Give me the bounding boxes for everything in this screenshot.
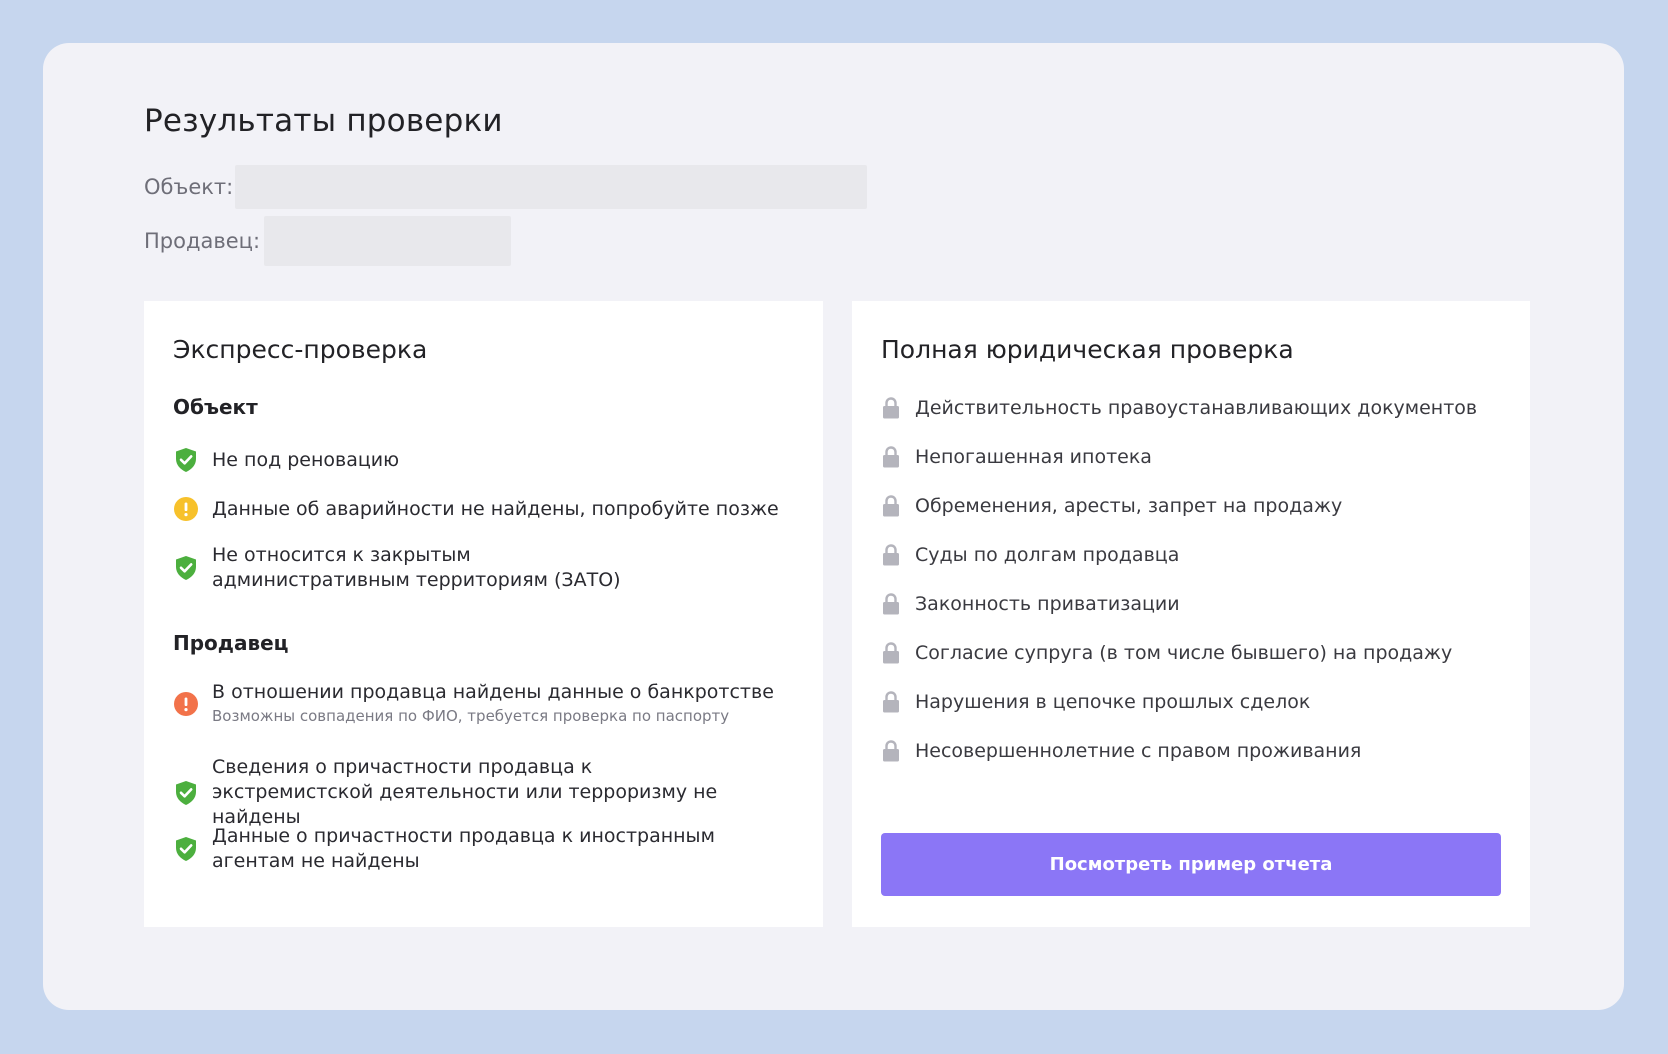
seller-label: Продавец:: [144, 229, 261, 253]
express-seller-item-bankruptcy: В отношении продавца найдены данные о ба…: [173, 680, 799, 727]
express-check-title: Экспресс-проверка: [173, 335, 428, 364]
lock-icon: [881, 641, 901, 665]
object-row: Объект:: [144, 165, 868, 209]
express-object-item-renovation: Не под реновацию: [173, 447, 799, 473]
shield-check-icon: [173, 836, 199, 862]
item-text: Обременения, аресты, запрет на продажу: [915, 495, 1343, 517]
full-check-item: Действительность правоустанавливающих до…: [881, 396, 1506, 420]
full-check-item: Законность приватизации: [881, 592, 1506, 616]
lock-icon: [881, 445, 901, 469]
item-text: Данные об аварийности не найдены, попроб…: [212, 497, 779, 520]
item-text: Непогашенная ипотека: [915, 446, 1152, 468]
full-check-item: Суды по долгам продавца: [881, 543, 1506, 567]
shield-check-icon: [173, 555, 199, 581]
seller-row: Продавец:: [144, 216, 512, 266]
item-text: В отношении продавца найдены данные о ба…: [212, 681, 774, 703]
express-object-item-emergency: Данные об аварийности не найдены, попроб…: [173, 496, 799, 522]
item-text: Не относится к закрытым административным…: [212, 544, 621, 591]
full-check-item: Согласие супруга (в том числе бывшего) н…: [881, 641, 1506, 665]
full-check-card: Полная юридическая проверка Действительн…: [852, 301, 1530, 927]
item-text: Нарушения в цепочке прошлых сделок: [915, 691, 1311, 713]
item-text-group: В отношении продавца найдены данные о ба…: [212, 680, 774, 727]
full-check-title: Полная юридическая проверка: [881, 335, 1294, 364]
exclamation-circle-icon: [173, 691, 199, 717]
express-object-section-title: Объект: [173, 395, 258, 419]
object-value-redacted: [235, 165, 868, 209]
express-seller-item-foreign-agents: Данные о причастности продавца к иностра…: [173, 824, 793, 874]
lock-icon: [881, 592, 901, 616]
view-sample-report-button[interactable]: Посмотреть пример отчета: [881, 833, 1501, 896]
item-text: Суды по долгам продавца: [915, 544, 1180, 566]
exclamation-circle-icon: [173, 496, 199, 522]
seller-value-redacted: [264, 216, 512, 266]
express-check-card: Экспресс-проверка Объект Не под реноваци…: [144, 301, 823, 927]
item-text: Не под реновацию: [212, 448, 400, 471]
results-panel: Результаты проверки Объект: Продавец: Эк…: [43, 43, 1624, 1010]
shield-check-icon: [173, 780, 199, 806]
lock-icon: [881, 690, 901, 714]
item-text: Законность приватизации: [915, 593, 1180, 615]
page-title: Результаты проверки: [144, 103, 503, 139]
item-text: Несовершеннолетние с правом проживания: [915, 740, 1362, 762]
full-check-item: Несовершеннолетние с правом проживания: [881, 739, 1506, 763]
item-text: Сведения о причастности продавца к экстр…: [212, 756, 718, 828]
full-check-item: Нарушения в цепочке прошлых сделок: [881, 690, 1506, 714]
full-check-item: Обременения, аресты, запрет на продажу: [881, 494, 1506, 518]
express-object-item-zato: Не относится к закрытым административным…: [173, 543, 653, 593]
lock-icon: [881, 494, 901, 518]
item-text: Согласие супруга (в том числе бывшего) н…: [915, 642, 1453, 664]
express-seller-item-extremism: Сведения о причастности продавца к экстр…: [173, 755, 733, 830]
item-subtext: Возможны совпадения по ФИО, требуется пр…: [212, 707, 730, 725]
shield-check-icon: [173, 447, 199, 473]
item-text: Действительность правоустанавливающих до…: [915, 397, 1478, 419]
full-check-item: Непогашенная ипотека: [881, 445, 1506, 469]
object-label: Объект:: [144, 175, 234, 199]
lock-icon: [881, 396, 901, 420]
lock-icon: [881, 739, 901, 763]
lock-icon: [881, 543, 901, 567]
item-text: Данные о причастности продавца к иностра…: [212, 825, 715, 872]
express-seller-section-title: Продавец: [173, 631, 289, 655]
